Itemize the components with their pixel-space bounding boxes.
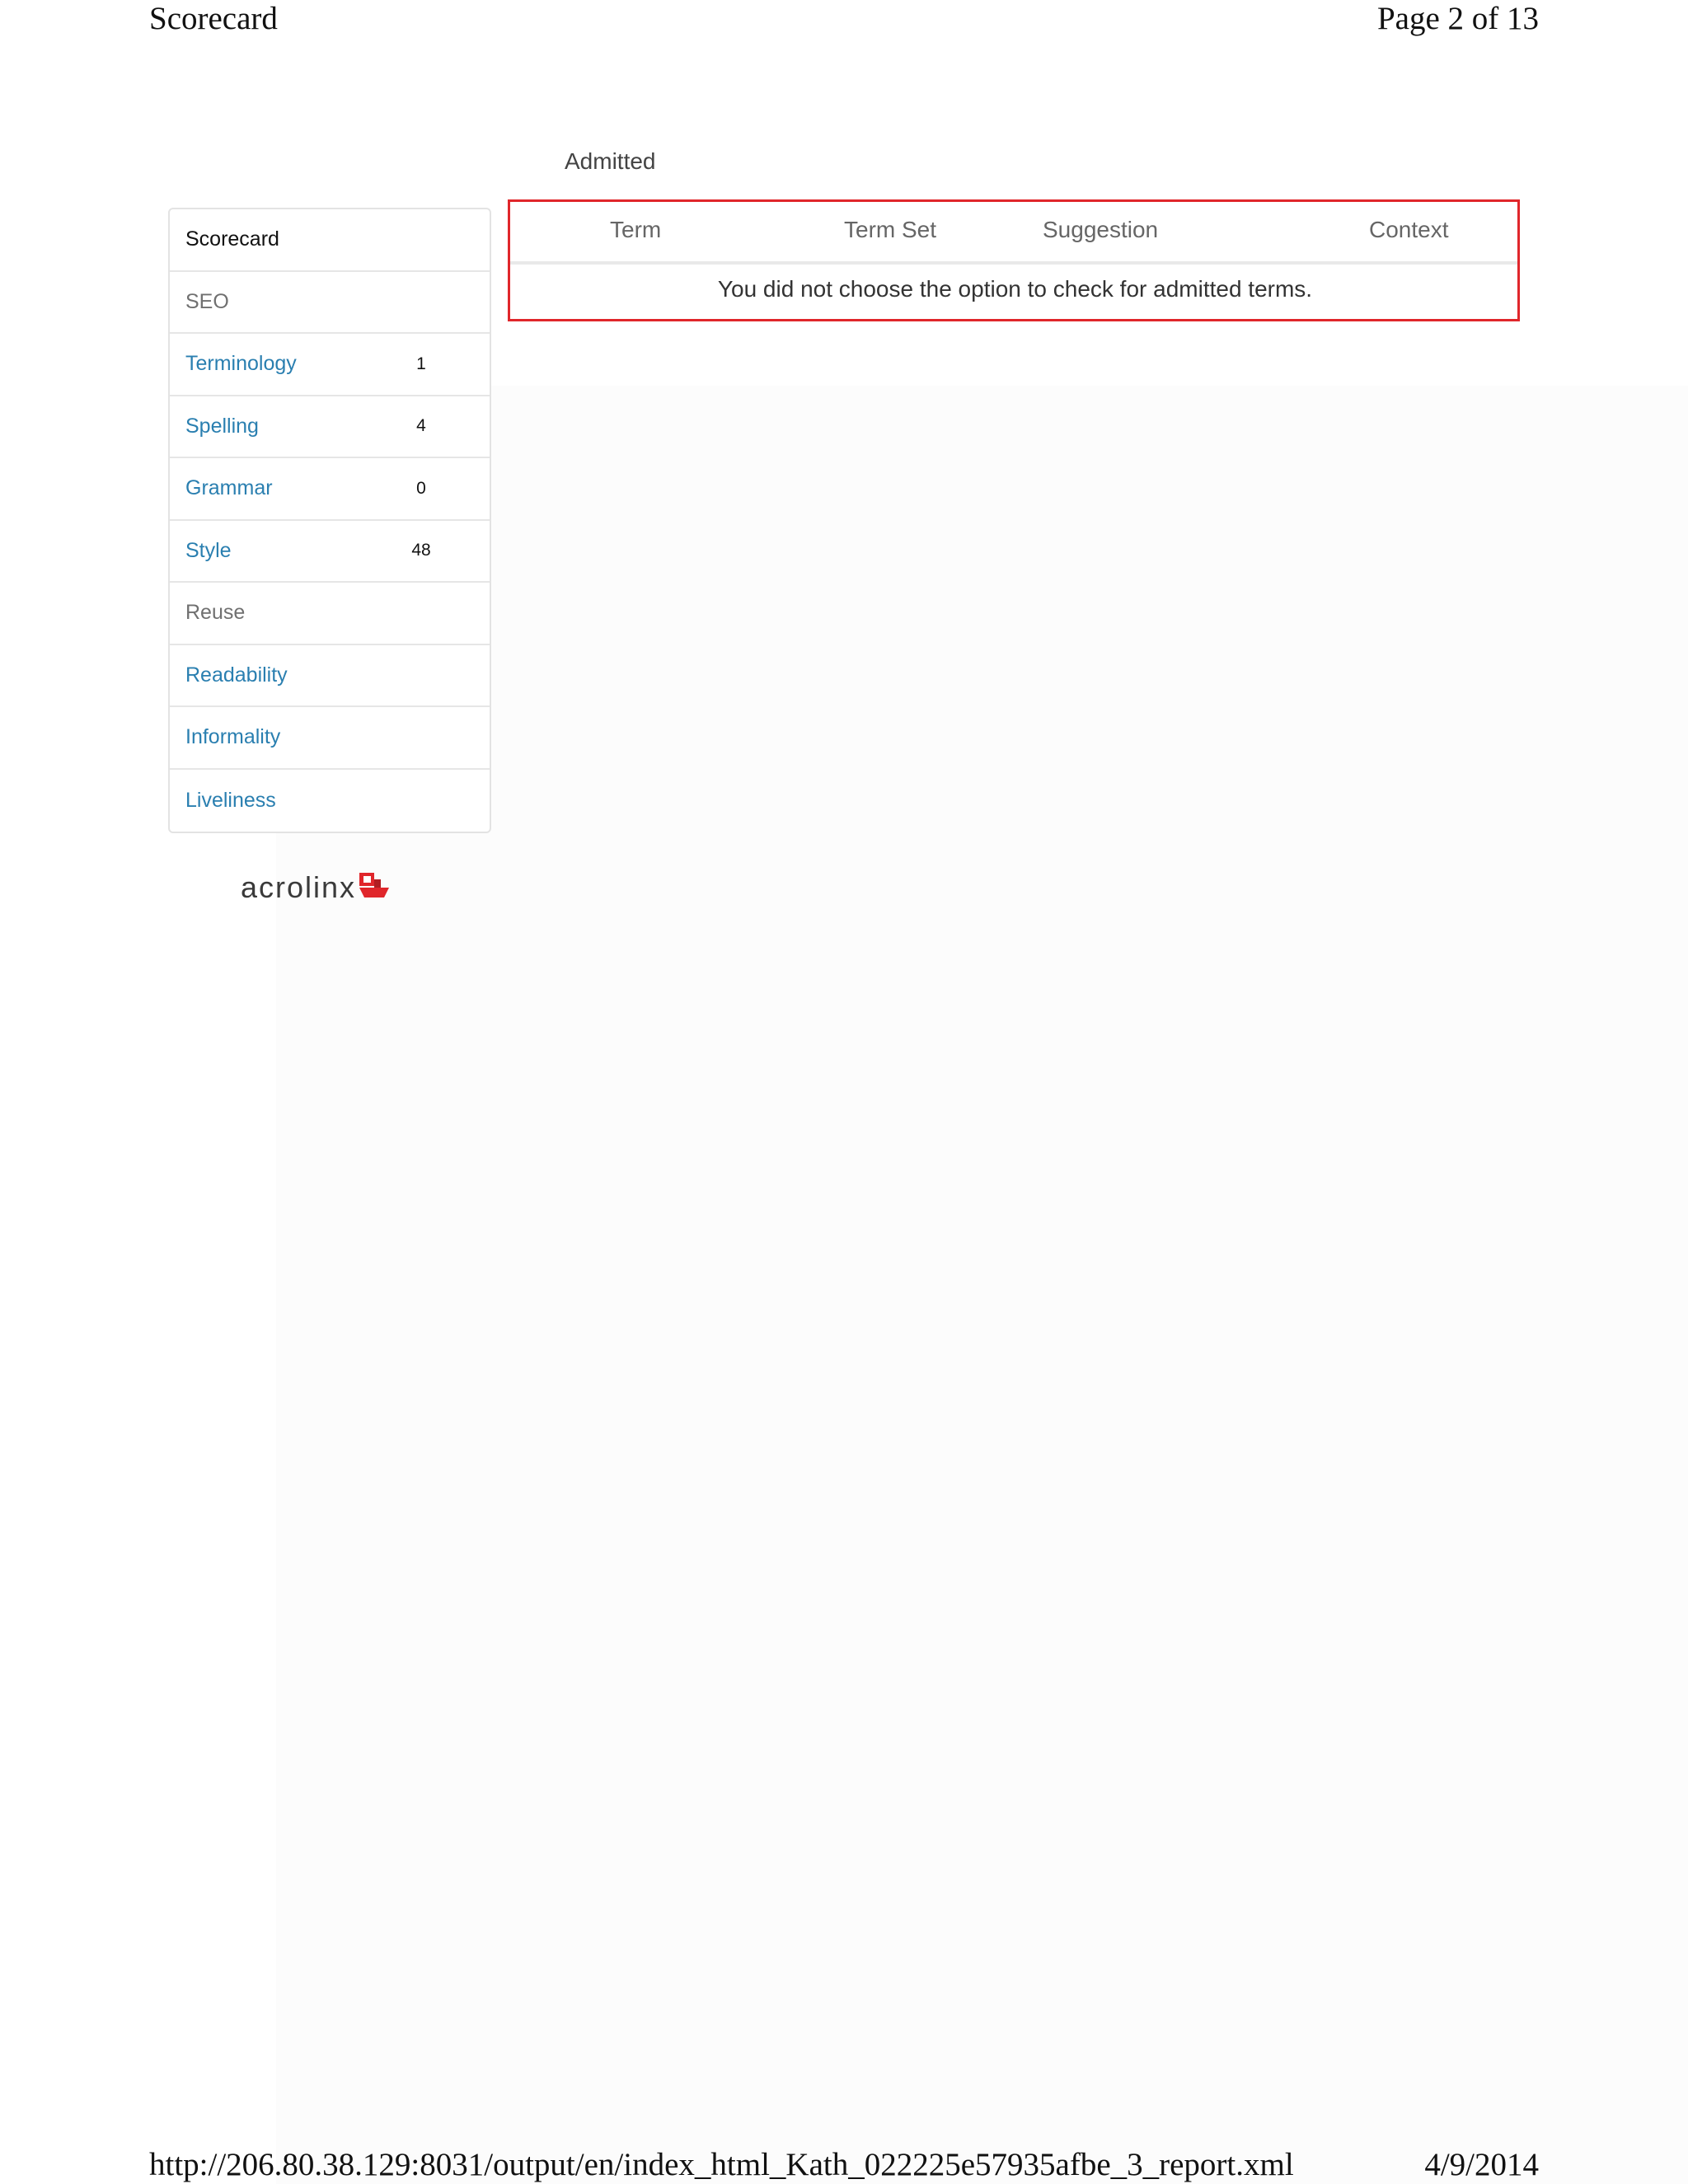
sidebar-item-count: 48 <box>411 541 431 560</box>
sidebar-item-label: SEO <box>185 289 229 313</box>
column-header-term-set: Term Set <box>844 217 937 242</box>
sidebar-item-count: 0 <box>416 478 426 498</box>
print-header-title: Scorecard <box>149 1 278 36</box>
sidebar-item-label: Spelling <box>185 414 259 438</box>
sidebar-item-reuse: Reuse <box>170 583 490 645</box>
acrolinx-logo-icon <box>356 871 392 905</box>
logo-wordmark: acrolinx <box>241 870 357 904</box>
empty-table-message: You did not choose the option to check f… <box>717 276 1313 302</box>
sidebar-item-label: Terminology <box>185 352 297 376</box>
section-title: Admitted <box>565 148 656 174</box>
sidebar-item-terminology[interactable]: Terminology 1 <box>170 334 490 396</box>
sidebar-item-informality[interactable]: Informality <box>170 707 490 770</box>
sidebar-item-label: Grammar <box>185 476 273 500</box>
sidebar-item-scorecard[interactable]: Scorecard <box>170 209 490 272</box>
scorecard-sidebar: Scorecard SEO Terminology 1 Spelling 4 G… <box>168 208 491 833</box>
print-footer-date: 4/9/2014 <box>1424 2147 1539 2182</box>
sidebar-item-label: Style <box>185 538 232 562</box>
print-footer-url: http://206.80.38.129:8031/output/en/inde… <box>149 2147 1294 2182</box>
print-header-page-number: Page 2 of 13 <box>1376 1 1539 36</box>
sidebar-item-liveliness[interactable]: Liveliness <box>170 770 490 832</box>
table-header-row: Term Term Set Suggestion Context <box>510 202 1517 265</box>
acrolinx-logo: acrolinx <box>241 870 392 905</box>
column-header-context: Context <box>1369 217 1449 242</box>
sidebar-item-label: Readability <box>185 663 288 687</box>
sidebar-item-count: 1 <box>416 354 426 373</box>
sidebar-item-style[interactable]: Style 48 <box>170 521 490 583</box>
sidebar-item-label: Liveliness <box>185 788 276 812</box>
sidebar-item-seo: SEO <box>170 272 490 334</box>
sidebar-item-readability[interactable]: Readability <box>170 645 490 707</box>
sidebar-item-label: Scorecard <box>185 227 279 251</box>
column-header-term: Term <box>610 217 662 242</box>
sidebar-item-label: Reuse <box>185 601 246 625</box>
sidebar-item-count: 4 <box>416 416 426 436</box>
sidebar-item-spelling[interactable]: Spelling 4 <box>170 396 490 458</box>
sidebar-item-label: Informality <box>185 725 281 749</box>
admitted-terms-table: Term Term Set Suggestion Context You did… <box>508 199 1520 321</box>
column-header-suggestion: Suggestion <box>1043 217 1159 242</box>
sidebar-item-grammar[interactable]: Grammar 0 <box>170 458 490 521</box>
